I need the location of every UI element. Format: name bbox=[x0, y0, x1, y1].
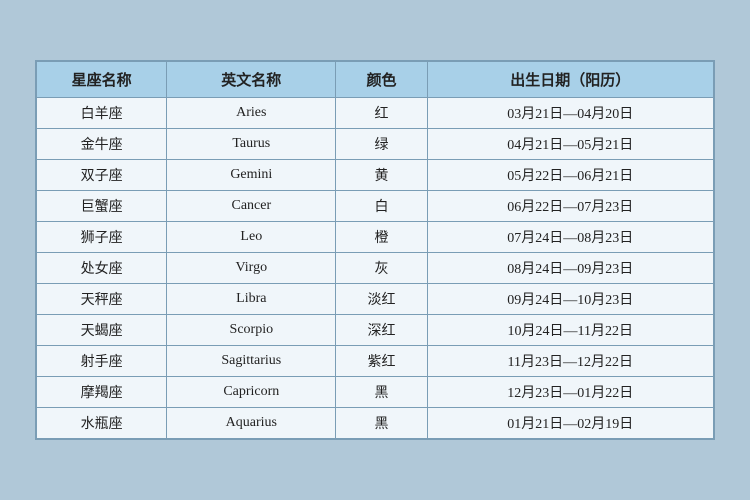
table-row: 摩羯座Capricorn黑12月23日—01月22日 bbox=[37, 377, 714, 408]
cell-color: 白 bbox=[336, 191, 427, 222]
table-body: 白羊座Aries红03月21日—04月20日金牛座Taurus绿04月21日—0… bbox=[37, 98, 714, 439]
cell-english-name: Aries bbox=[167, 98, 336, 129]
cell-dates: 01月21日—02月19日 bbox=[427, 408, 713, 439]
cell-english-name: Leo bbox=[167, 222, 336, 253]
table-row: 巨蟹座Cancer白06月22日—07月23日 bbox=[37, 191, 714, 222]
cell-english-name: Gemini bbox=[167, 160, 336, 191]
table-row: 双子座Gemini黄05月22日—06月21日 bbox=[37, 160, 714, 191]
cell-color: 紫红 bbox=[336, 346, 427, 377]
cell-dates: 04月21日—05月21日 bbox=[427, 129, 713, 160]
cell-color: 绿 bbox=[336, 129, 427, 160]
cell-color: 黄 bbox=[336, 160, 427, 191]
table-row: 狮子座Leo橙07月24日—08月23日 bbox=[37, 222, 714, 253]
table-row: 白羊座Aries红03月21日—04月20日 bbox=[37, 98, 714, 129]
cell-chinese-name: 巨蟹座 bbox=[37, 191, 167, 222]
cell-english-name: Libra bbox=[167, 284, 336, 315]
cell-color: 黑 bbox=[336, 408, 427, 439]
header-birth-date: 出生日期（阳历） bbox=[427, 62, 713, 98]
cell-chinese-name: 处女座 bbox=[37, 253, 167, 284]
cell-color: 深红 bbox=[336, 315, 427, 346]
cell-dates: 08月24日—09月23日 bbox=[427, 253, 713, 284]
cell-chinese-name: 金牛座 bbox=[37, 129, 167, 160]
table-row: 水瓶座Aquarius黑01月21日—02月19日 bbox=[37, 408, 714, 439]
cell-english-name: Scorpio bbox=[167, 315, 336, 346]
zodiac-table-container: 星座名称 英文名称 颜色 出生日期（阳历） 白羊座Aries红03月21日—04… bbox=[35, 60, 715, 440]
cell-color: 红 bbox=[336, 98, 427, 129]
cell-chinese-name: 白羊座 bbox=[37, 98, 167, 129]
cell-color: 黑 bbox=[336, 377, 427, 408]
cell-color: 橙 bbox=[336, 222, 427, 253]
table-row: 天秤座Libra淡红09月24日—10月23日 bbox=[37, 284, 714, 315]
zodiac-table: 星座名称 英文名称 颜色 出生日期（阳历） 白羊座Aries红03月21日—04… bbox=[36, 61, 714, 439]
table-row: 金牛座Taurus绿04月21日—05月21日 bbox=[37, 129, 714, 160]
cell-english-name: Sagittarius bbox=[167, 346, 336, 377]
cell-english-name: Aquarius bbox=[167, 408, 336, 439]
cell-dates: 03月21日—04月20日 bbox=[427, 98, 713, 129]
header-chinese-name: 星座名称 bbox=[37, 62, 167, 98]
cell-dates: 06月22日—07月23日 bbox=[427, 191, 713, 222]
cell-chinese-name: 双子座 bbox=[37, 160, 167, 191]
cell-dates: 07月24日—08月23日 bbox=[427, 222, 713, 253]
table-row: 天蝎座Scorpio深红10月24日—11月22日 bbox=[37, 315, 714, 346]
table-row: 射手座Sagittarius紫红11月23日—12月22日 bbox=[37, 346, 714, 377]
header-color: 颜色 bbox=[336, 62, 427, 98]
cell-color: 灰 bbox=[336, 253, 427, 284]
cell-english-name: Cancer bbox=[167, 191, 336, 222]
cell-dates: 05月22日—06月21日 bbox=[427, 160, 713, 191]
cell-english-name: Virgo bbox=[167, 253, 336, 284]
cell-chinese-name: 天蝎座 bbox=[37, 315, 167, 346]
cell-chinese-name: 狮子座 bbox=[37, 222, 167, 253]
cell-english-name: Taurus bbox=[167, 129, 336, 160]
header-english-name: 英文名称 bbox=[167, 62, 336, 98]
cell-dates: 09月24日—10月23日 bbox=[427, 284, 713, 315]
cell-chinese-name: 水瓶座 bbox=[37, 408, 167, 439]
cell-chinese-name: 摩羯座 bbox=[37, 377, 167, 408]
table-row: 处女座Virgo灰08月24日—09月23日 bbox=[37, 253, 714, 284]
cell-english-name: Capricorn bbox=[167, 377, 336, 408]
cell-dates: 10月24日—11月22日 bbox=[427, 315, 713, 346]
table-header-row: 星座名称 英文名称 颜色 出生日期（阳历） bbox=[37, 62, 714, 98]
cell-chinese-name: 射手座 bbox=[37, 346, 167, 377]
cell-chinese-name: 天秤座 bbox=[37, 284, 167, 315]
cell-dates: 11月23日—12月22日 bbox=[427, 346, 713, 377]
cell-color: 淡红 bbox=[336, 284, 427, 315]
cell-dates: 12月23日—01月22日 bbox=[427, 377, 713, 408]
